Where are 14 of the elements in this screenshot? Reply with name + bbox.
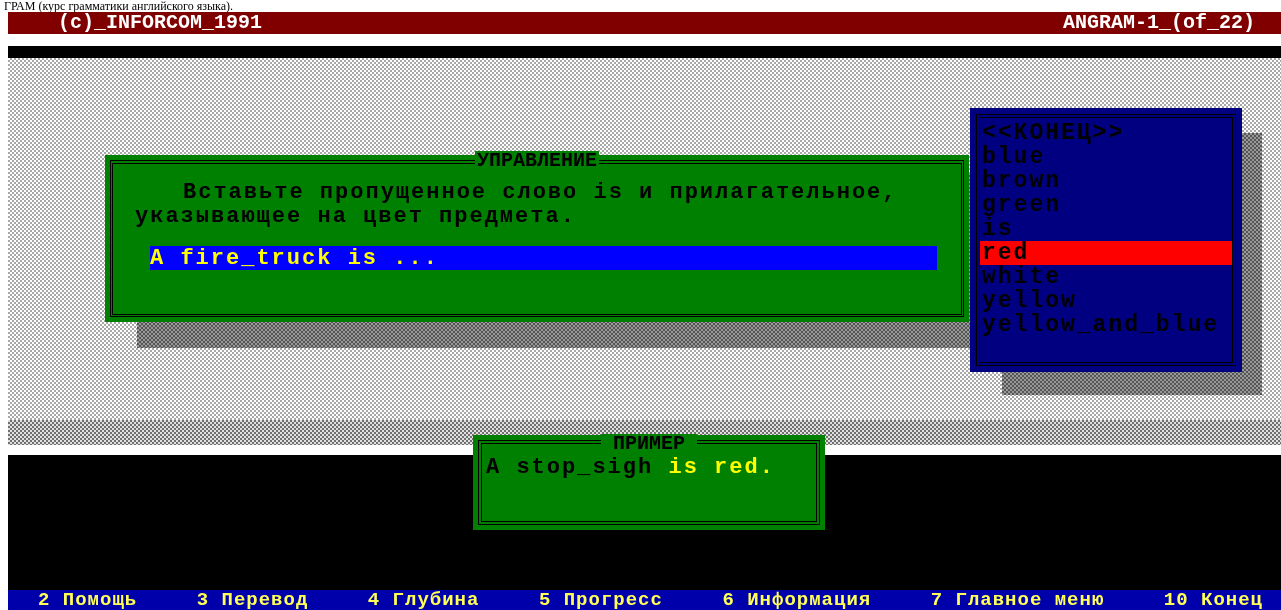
lesson-counter: ANGRAM-1_(of_22) <box>1062 12 1255 34</box>
function-key[interactable]: 4 Глубина <box>367 590 480 610</box>
function-key[interactable]: 7 Главное меню <box>930 590 1105 610</box>
function-key[interactable]: 5 Прогресс <box>538 590 663 610</box>
instruction-text: Вставьте пропущенное слово is и прилагательное, указывающее на цвет предмета. <box>135 181 899 229</box>
word-list-item[interactable]: red <box>980 241 1232 265</box>
page-caption: ГРАМ (курс грамматики английского языка). <box>3 0 234 12</box>
answer-field[interactable]: A fire_truck is ... <box>150 246 937 270</box>
function-key[interactable]: 3 Перевод <box>196 590 309 610</box>
function-key[interactable]: 6 Информация <box>722 590 872 610</box>
function-key[interactable]: 2 Помощь <box>38 590 138 610</box>
function-key[interactable]: 10 Конец <box>1163 590 1263 610</box>
copyright-text: (c)_INFORCOM_1991 <box>58 12 263 34</box>
example-sentence: A stop_sigh is red. <box>485 454 776 480</box>
